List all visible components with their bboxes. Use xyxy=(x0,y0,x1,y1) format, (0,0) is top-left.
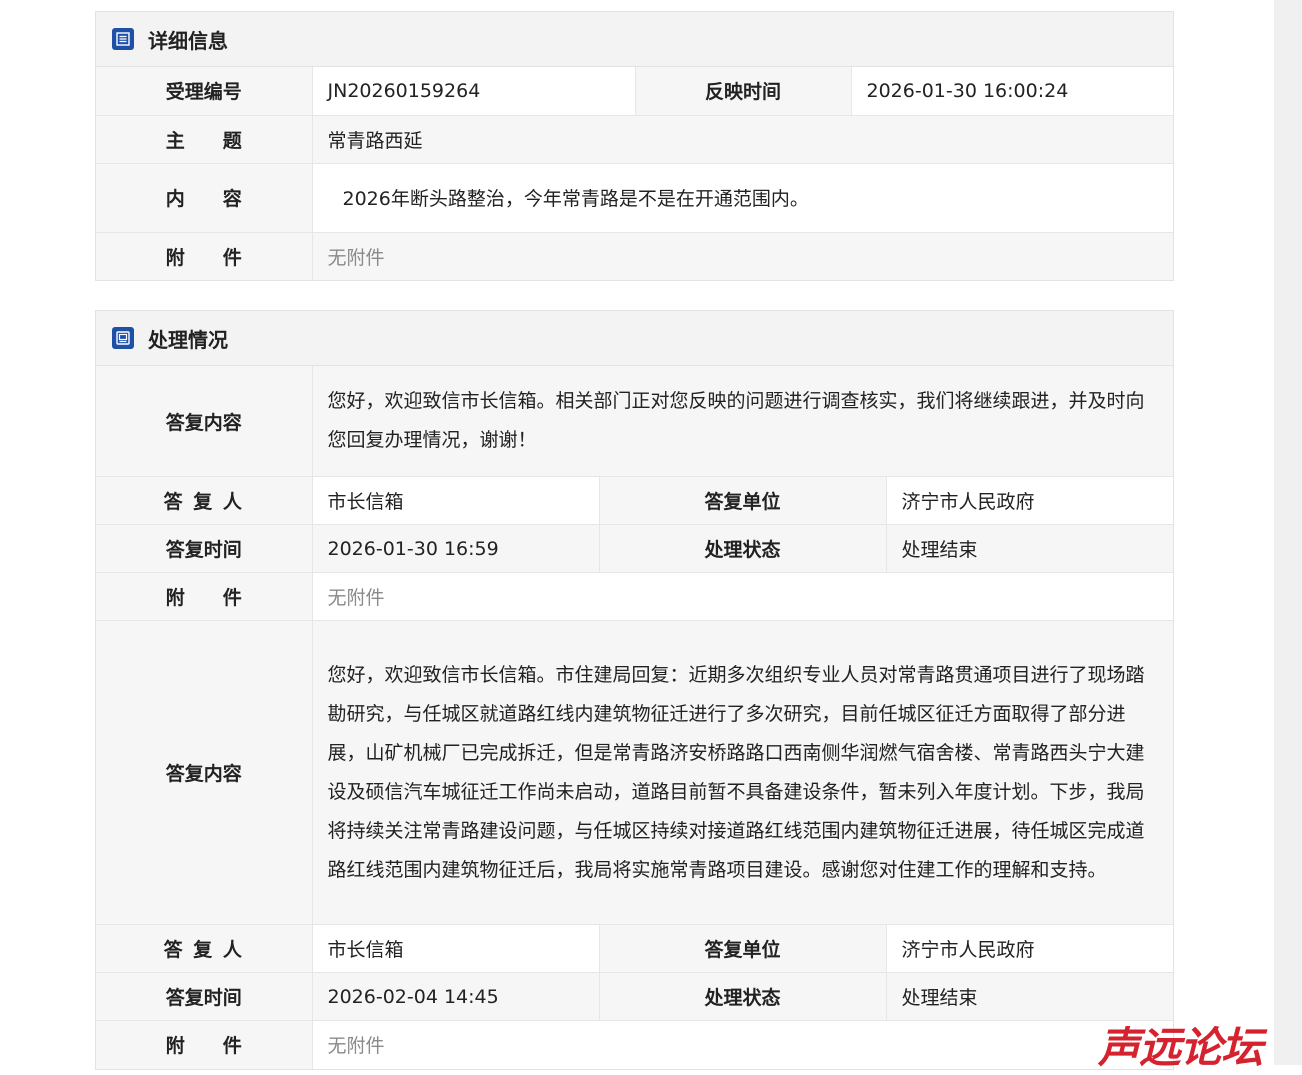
reply-2-replier-row: 答 复 人 市长信箱 答复单位 济宁市人民政府 xyxy=(96,924,1173,973)
detail-row-subject: 主 题 常青路西延 xyxy=(96,114,1173,163)
reply-document-icon xyxy=(112,327,134,349)
reply-1-status-label: 处理状态 xyxy=(599,524,887,573)
list-document-icon xyxy=(112,28,134,50)
reply-1-content: 您好，欢迎致信市长信箱。相关部门正对您反映的问题进行调查核实，我们将继续跟进，并… xyxy=(312,366,1173,477)
reply-1-time-row: 答复时间 2026-01-30 16:59 处理状态 处理结束 xyxy=(96,524,1173,573)
page-scrollbar-track[interactable] xyxy=(1274,0,1302,1065)
report-time-label: 反映时间 xyxy=(635,67,852,115)
accept-no-value: JN20260159264 xyxy=(312,67,636,115)
forum-watermark-logo: 声远论坛 xyxy=(1098,1023,1263,1072)
reply-2-attach-row: 附 件 无附件 xyxy=(96,1020,1173,1069)
reply-1-attach: 无附件 xyxy=(312,572,1173,621)
subject-value: 常青路西延 xyxy=(312,114,1173,163)
attach-label: 附 件 xyxy=(96,231,313,280)
reply-2-content-label: 答复内容 xyxy=(96,620,313,925)
reply-2-unit: 济宁市人民政府 xyxy=(886,924,1173,973)
handling-table: 答复内容 您好，欢迎致信市长信箱。相关部门正对您反映的问题进行调查核实，我们将继… xyxy=(96,366,1173,1069)
reply-1-attach-row: 附 件 无附件 xyxy=(96,572,1173,621)
detail-row-attach: 附 件 无附件 xyxy=(96,231,1173,280)
reply-2-unit-label: 答复单位 xyxy=(599,924,887,973)
detail-panel-header: 详细信息 xyxy=(96,12,1173,67)
reply-2-status-label: 处理状态 xyxy=(599,972,887,1021)
reply-1-content-label: 答复内容 xyxy=(96,366,313,477)
reply-1-replier-label: 答 复 人 xyxy=(96,476,313,525)
reply-2-content-row: 答复内容 您好，欢迎致信市长信箱。市住建局回复：近期多次组织专业人员对常青路贯通… xyxy=(96,620,1173,925)
reply-2-replier-label: 答 复 人 xyxy=(96,924,313,973)
reply-2-attach: 无附件 xyxy=(312,1020,1173,1069)
reply-2-content: 您好，欢迎致信市长信箱。市住建局回复：近期多次组织专业人员对常青路贯通项目进行了… xyxy=(312,620,1173,925)
reply-1-time: 2026-01-30 16:59 xyxy=(312,524,600,573)
reply-1-replier-row: 答 复 人 市长信箱 答复单位 济宁市人民政府 xyxy=(96,476,1173,525)
content-value: 2026年断头路整治，今年常青路是不是在开通范围内。 xyxy=(312,162,1173,232)
reply-1-attach-label: 附 件 xyxy=(96,572,313,621)
reply-1-time-label: 答复时间 xyxy=(96,524,313,573)
report-time-value: 2026-01-30 16:00:24 xyxy=(851,67,1173,115)
reply-1-content-row: 答复内容 您好，欢迎致信市长信箱。相关部门正对您反映的问题进行调查核实，我们将继… xyxy=(96,366,1173,477)
content-label: 内 容 xyxy=(96,162,313,232)
handling-panel-title: 处理情况 xyxy=(148,327,228,352)
detail-row-content: 内 容 2026年断头路整治，今年常青路是不是在开通范围内。 xyxy=(96,162,1173,232)
attach-value: 无附件 xyxy=(312,231,1173,280)
reply-1-replier: 市长信箱 xyxy=(312,476,600,525)
reply-1-unit-label: 答复单位 xyxy=(599,476,887,525)
handling-panel-header: 处理情况 xyxy=(96,311,1173,366)
subject-label: 主 题 xyxy=(96,114,313,163)
handling-panel: 处理情况 答复内容 您好，欢迎致信市长信箱。相关部门正对您反映的问题进行调查核实… xyxy=(95,310,1174,1070)
accept-no-label: 受理编号 xyxy=(96,67,313,115)
reply-2-time: 2026-02-04 14:45 xyxy=(312,972,600,1021)
detail-panel: 详细信息 受理编号 JN20260159264 反映时间 2026-01-30 … xyxy=(95,11,1174,281)
reply-1-unit: 济宁市人民政府 xyxy=(886,476,1173,525)
reply-2-replier: 市长信箱 xyxy=(312,924,600,973)
detail-panel-title: 详细信息 xyxy=(148,28,228,53)
reply-1-status: 处理结束 xyxy=(886,524,1173,573)
detail-row-accept: 受理编号 JN20260159264 反映时间 2026-01-30 16:00… xyxy=(96,67,1173,115)
reply-2-time-row: 答复时间 2026-02-04 14:45 处理状态 处理结束 xyxy=(96,972,1173,1021)
reply-2-attach-label: 附 件 xyxy=(96,1020,313,1069)
detail-table: 受理编号 JN20260159264 反映时间 2026-01-30 16:00… xyxy=(96,67,1173,280)
reply-2-time-label: 答复时间 xyxy=(96,972,313,1021)
